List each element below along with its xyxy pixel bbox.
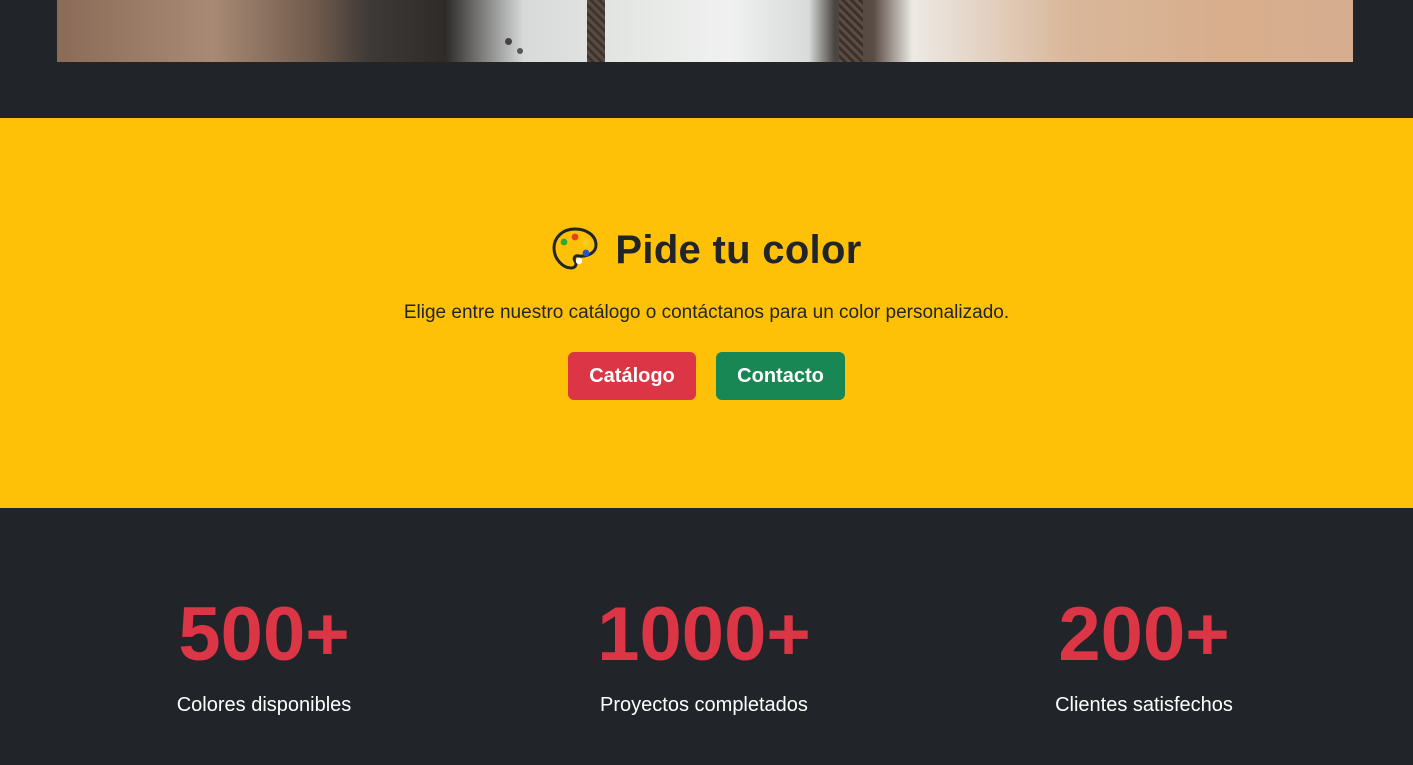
cta-section: Pide tu color Elige entre nuestro catálo… [0,118,1413,508]
stat-label: Proyectos completados [600,694,808,716]
page: Pide tu color Elige entre nuestro catálo… [0,0,1413,765]
stat-projects: 1000+ Proyectos completados [484,594,924,717]
cta-title: Pide tu color [615,227,862,272]
contact-button[interactable]: Contacto [716,352,845,400]
stat-colors: 500+ Colores disponibles [44,594,484,717]
stat-value: 200+ [1058,592,1230,677]
cta-heading: Pide tu color [0,226,1413,274]
stat-value: 500+ [178,592,350,677]
stat-value: 1000+ [597,592,811,677]
cta-button-group: Catálogo Contacto [0,352,1413,400]
hero-section [0,0,1413,118]
stat-label: Colores disponibles [176,694,352,716]
catalog-button[interactable]: Catálogo [568,352,696,400]
artist-palette-icon [551,226,599,274]
stat-clients: 200+ Clientes satisfechos [924,594,1364,717]
hero-photo [57,0,1353,62]
stat-label: Clientes satisfechos [1055,694,1233,716]
cta-subtitle: Elige entre nuestro catálogo o contáctan… [403,302,1010,323]
stats-section: 500+ Colores disponibles 1000+ Proyectos… [0,508,1413,765]
